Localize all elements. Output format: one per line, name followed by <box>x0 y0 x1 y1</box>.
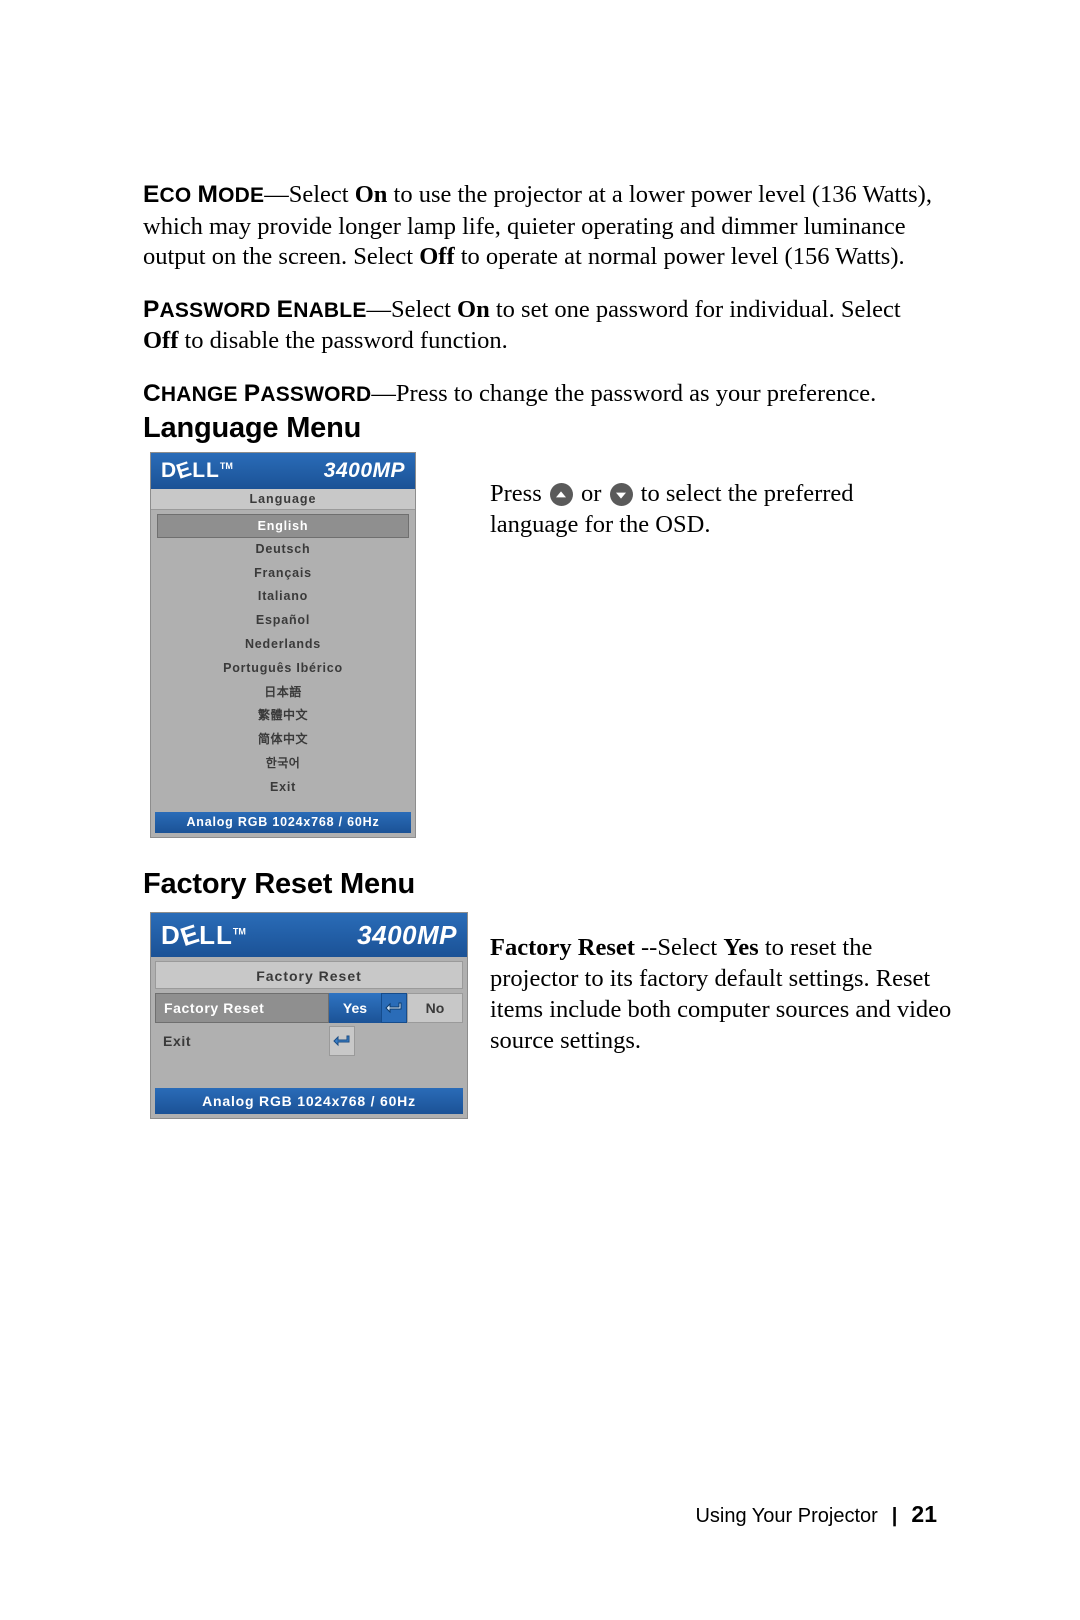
factory-reset-instruction-text: Factory Reset --Select Yes to reset the … <box>490 932 960 1056</box>
projector-model-name: 3400MP <box>357 919 457 950</box>
down-arrow-icon <box>609 483 633 506</box>
term-eco-mode-rest1: CO <box>159 184 198 207</box>
paragraph-change-password: CHANGE PASSWORD—Press to change the pass… <box>143 379 933 411</box>
footer-separator: | <box>891 1505 898 1527</box>
language-instruction-prefix: Press <box>490 480 548 507</box>
osd-factory-status-bar: Analog RGB 1024x768 / 60Hz <box>155 1088 463 1114</box>
language-item-deutsch[interactable]: Deutsch <box>157 538 409 562</box>
factory-reset-no-button[interactable]: No <box>407 993 463 1023</box>
dell-logo-tm: TM <box>232 925 246 936</box>
osd-factory-subtitle: Factory Reset <box>155 961 463 989</box>
term-eco-mode-rest2: ODE <box>218 184 265 207</box>
page-number: 21 <box>911 1501 937 1527</box>
language-item-traditional-chinese[interactable]: 繁體中文 <box>157 704 409 728</box>
osd-language-titlebar: DELLTM 3400MP <box>151 453 415 489</box>
eco-bold-off: Off <box>419 243 455 270</box>
term-cp-cap2: P <box>243 379 261 407</box>
osd-factory-reset-menu: DELLTM 3400MP Factory Reset Factory Rese… <box>150 912 468 1119</box>
pw-body-1: —Select <box>366 295 458 323</box>
cp-body: —Press to change the password as your pr… <box>371 379 877 407</box>
paragraph-password-enable: PASSWORD ENABLE—Select On to set one pas… <box>143 295 933 357</box>
heading-factory-reset-menu: Factory Reset Menu <box>143 868 415 900</box>
dell-logo-tm: TM <box>219 461 233 471</box>
factory-instruction-bold-yes: Yes <box>723 934 759 961</box>
language-item-exit[interactable]: Exit <box>157 776 409 800</box>
enter-key-icon <box>381 993 407 1023</box>
pw-body-3: to disable the password function. <box>178 327 508 354</box>
eco-bold-on: On <box>354 181 388 208</box>
language-instruction-text: Press or to select the preferred languag… <box>490 478 910 540</box>
language-item-espanol[interactable]: Español <box>157 609 409 633</box>
osd-language-menu: DELLTM 3400MP Language English Deutsch F… <box>150 452 416 838</box>
enter-key-icon <box>329 1026 355 1056</box>
dell-logo-ll: LL <box>192 459 220 482</box>
term-eco-mode-cap2: M <box>197 181 219 208</box>
language-item-japanese[interactable]: 日本語 <box>157 681 409 705</box>
language-list: English Deutsch Français Italiano Españo… <box>151 510 415 804</box>
paragraph-eco-mode: ECO MODE—Select On to use the projector … <box>143 180 933 273</box>
factory-exit-label[interactable]: Exit <box>155 1026 329 1056</box>
language-item-english[interactable]: English <box>157 514 409 538</box>
eco-body-3: to operate at normal power level (156 Wa… <box>454 243 905 270</box>
language-item-nederlands[interactable]: Nederlands <box>157 633 409 657</box>
factory-reset-row: Factory Reset Yes No <box>155 993 463 1023</box>
term-eco-mode-cap1: E <box>143 181 160 208</box>
term-password-enable: PASSWORD ENABLE <box>143 295 367 323</box>
up-arrow-icon <box>549 483 573 506</box>
osd-factory-titlebar: DELLTM 3400MP <box>151 913 467 957</box>
projector-model-name: 3400MP <box>323 459 405 482</box>
pw-bold-off: Off <box>143 327 179 354</box>
term-cp-rest2: ASSWORD <box>260 382 372 406</box>
pw-body-2: to set one password for individual. Sele… <box>489 295 901 323</box>
osd-language-status-bar: Analog RGB 1024x768 / 60Hz <box>155 812 411 833</box>
footer-label: Using Your Projector <box>695 1505 878 1527</box>
term-pw-cap2: E <box>276 295 294 323</box>
term-pw-rest2: NABLE <box>293 298 367 322</box>
language-item-simplified-chinese[interactable]: 简体中文 <box>157 728 409 752</box>
dell-logo: DELLTM <box>161 917 246 951</box>
document-page: ECO MODE—Select On to use the projector … <box>0 0 1080 1620</box>
body-content: ECO MODE—Select On to use the projector … <box>143 180 933 432</box>
term-change-password: CHANGE PASSWORD <box>143 379 372 407</box>
factory-instruction-bold: Factory Reset <box>490 934 635 961</box>
factory-instruction-rest1: --Select <box>634 934 724 961</box>
term-pw-cap1: P <box>143 295 160 323</box>
language-item-italiano[interactable]: Italiano <box>157 585 409 609</box>
language-item-korean[interactable]: 한국어 <box>157 752 409 776</box>
eco-body-1: —Select <box>264 181 355 208</box>
heading-language-menu: Language Menu <box>143 412 362 444</box>
enter-arrow-icon <box>385 1002 402 1014</box>
term-cp-rest1: HANGE <box>160 382 244 406</box>
factory-reset-row-label: Factory Reset <box>155 993 329 1023</box>
osd-language-subtitle: Language <box>151 489 415 510</box>
term-pw-rest1: ASSWORD <box>159 298 277 322</box>
pw-bold-on: On <box>457 295 490 323</box>
factory-reset-yes-button[interactable]: Yes <box>329 993 381 1023</box>
language-item-portugues[interactable]: Português Ibérico <box>157 657 409 681</box>
factory-exit-row: Exit <box>155 1026 463 1056</box>
dell-logo: DELLTM <box>161 457 233 484</box>
factory-reset-rows: Factory Reset Yes No Exit <box>155 993 463 1056</box>
term-eco-mode: ECO MODE <box>143 181 265 208</box>
dell-logo-ll: LL <box>199 919 233 950</box>
term-cp-cap1: C <box>143 379 161 407</box>
language-instruction-middle: or <box>574 480 608 507</box>
enter-arrow-icon <box>333 1035 350 1047</box>
language-item-francais[interactable]: Français <box>157 562 409 586</box>
page-footer: Using Your Projector | 21 <box>695 1501 937 1528</box>
